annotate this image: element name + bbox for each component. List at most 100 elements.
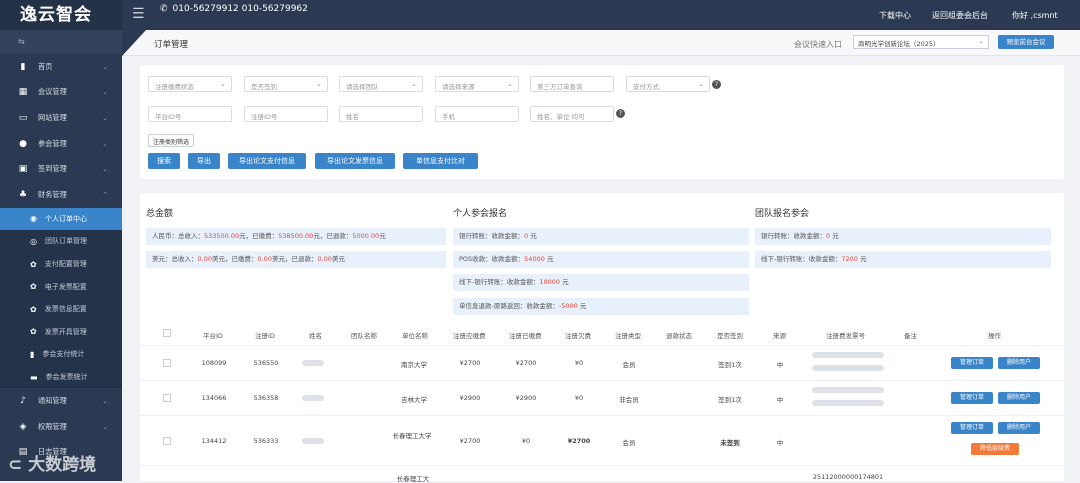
- preview-meeting-button[interactable]: 预览前台会议: [998, 35, 1054, 49]
- quick-entry-select[interactable]: 商明光学创新论坛（2025） ⌄: [853, 35, 989, 49]
- sidebar-sub-label: 个人订单中心: [44, 214, 87, 223]
- field-placeholder: 手机: [442, 113, 455, 121]
- reg-category-filter[interactable]: 注册类别筛选: [148, 134, 195, 147]
- user-icon: ◉: [30, 214, 37, 224]
- sidebar-item-meeting[interactable]: ▦ 会议管理 ⌄: [0, 80, 122, 106]
- third-party-order-input[interactable]: 第三方订单查询: [530, 76, 614, 92]
- help-icon[interactable]: ?: [712, 80, 721, 89]
- col-remark: 备注: [904, 332, 917, 340]
- delete-user-button[interactable]: 删除用户: [998, 357, 1040, 369]
- field-placeholder: 注册缴费状态: [155, 83, 194, 91]
- delete-user-button[interactable]: 删除用户: [998, 392, 1040, 404]
- summary-label: 线下-银行转账：收款金额：: [761, 255, 842, 263]
- phone-info: ✆ 010-56279912 010-56279962: [160, 4, 308, 14]
- sidebar-sub-pay-stats[interactable]: ▮ 参会支付统计: [0, 343, 122, 366]
- row-checkbox[interactable]: [163, 394, 171, 402]
- sidebar-item-website[interactable]: ▭ 网站管理 ⌄: [0, 105, 122, 131]
- delete-user-button[interactable]: 删除用户: [998, 422, 1040, 434]
- sidebar-item-label: 通知管理: [38, 396, 67, 406]
- sidebar-item-label: 签到管理: [38, 164, 67, 174]
- sidebar-sub-invoice-info[interactable]: ✿ 发票信息配置: [0, 297, 122, 321]
- money-icon: ♣: [18, 189, 28, 200]
- row-checkbox[interactable]: [163, 437, 171, 445]
- sidebar-sub-payment-config[interactable]: ✿ 支付配置管理: [0, 252, 122, 276]
- calendar-icon: ▣: [18, 164, 28, 175]
- sidebar-item-attendee[interactable]: ● 参会管理 ⌄: [0, 131, 122, 157]
- manage-order-button[interactable]: 管理订单: [951, 357, 993, 369]
- menu-toggle-icon[interactable]: ☰: [132, 6, 145, 22]
- summary-value: -5000: [558, 302, 578, 310]
- cell-signin: 签到1次: [718, 361, 742, 369]
- col-type: 注册类型: [615, 332, 641, 340]
- reg-status-select[interactable]: 注册缴费状态 ⌄: [148, 76, 232, 92]
- chevron-down-icon: ⌄: [102, 165, 108, 174]
- sidebar-sub-team-order[interactable]: ◎ 团队订单管理: [0, 230, 122, 253]
- platform-id-input[interactable]: 平台ID号: [148, 106, 232, 122]
- team-bank: 银行转账：收款金额：0 元: [755, 228, 1051, 245]
- cell-paid: ¥2700: [515, 359, 537, 367]
- select-all-checkbox[interactable]: [163, 329, 171, 337]
- manage-order-button[interactable]: 管理订单: [951, 392, 993, 404]
- blurred-invoice: [812, 352, 884, 358]
- chevron-down-icon: ⌄: [411, 80, 417, 88]
- col-refund: 退款状态: [666, 332, 692, 340]
- blurred-name: [302, 395, 324, 401]
- total-title: 总金额: [146, 209, 174, 219]
- user-greeting[interactable]: 你好 ,csmnt: [1012, 10, 1058, 21]
- blurred-name: [302, 360, 324, 366]
- cell-source: 中: [776, 396, 784, 404]
- sidebar-sub-label: 参会支付统计: [42, 350, 85, 359]
- name-input[interactable]: 姓名: [339, 106, 423, 122]
- download-link[interactable]: 下载中心: [879, 10, 911, 21]
- pay-compare-button[interactable]: 单信息支付比对: [403, 153, 478, 169]
- sidebar-sub-label: 发票开具管理: [44, 327, 87, 336]
- cell-platform-id: 134066: [201, 394, 227, 402]
- sidebar-sub-einvoice[interactable]: ✿ 电子发票配置: [0, 275, 122, 298]
- personal-refund: 单信息退款-原路返回：收款金额：-5000 元: [453, 298, 749, 315]
- name-unit-input[interactable]: 姓名、单位 均可: [530, 106, 614, 122]
- grid-icon: ▦: [18, 87, 28, 98]
- chevron-down-icon: ⌄: [316, 80, 322, 88]
- lower-level-fee-button[interactable]: 降低层级费: [971, 443, 1019, 455]
- chart-icon: ▬: [30, 372, 38, 382]
- phone-input[interactable]: 手机: [435, 106, 519, 122]
- chevron-down-icon: ⌄: [978, 37, 984, 45]
- shield-icon: ◈: [19, 421, 27, 432]
- chevron-down-icon: ⌄: [102, 88, 108, 97]
- team-select[interactable]: 请选择团队 ⌄: [339, 76, 423, 92]
- source-select[interactable]: 请选择来源 ⌄: [435, 76, 519, 92]
- sidebar-toggle[interactable]: ⇆: [0, 30, 122, 54]
- export-paper-pay-button[interactable]: 导出论文支付信息: [228, 153, 306, 169]
- cell-reg-id: 536550: [253, 359, 279, 367]
- sidebar-item-label: 会议管理: [38, 87, 67, 97]
- search-button[interactable]: 搜索: [148, 153, 180, 169]
- manage-order-button[interactable]: 管理订单: [951, 422, 993, 434]
- summary-value: 7200: [841, 255, 858, 263]
- export-button[interactable]: 导出: [188, 153, 220, 169]
- sidebar-item-home[interactable]: ▮ 首页 ⌄: [0, 54, 122, 80]
- home-icon: ▮: [20, 61, 26, 72]
- payment-method-select[interactable]: 支付方式 ⌄: [626, 76, 710, 92]
- chevron-down-icon: ⌄: [698, 80, 704, 88]
- sidebar-item-notify[interactable]: ♪ 通知管理 ⌄: [0, 388, 122, 414]
- export-paper-invoice-button[interactable]: 导出论文发票信息: [315, 153, 395, 169]
- reg-id-input[interactable]: 注册ID号: [244, 106, 328, 122]
- phone-icon: ✆: [160, 4, 168, 14]
- sidebar-item-finance[interactable]: ♣ 财务管理 ⌃: [0, 182, 122, 208]
- sidebar-item-signin[interactable]: ▣ 签到管理 ⌄: [0, 156, 122, 182]
- sidebar-sub-personal-order[interactable]: ◉ 个人订单中心: [0, 207, 122, 231]
- help-icon[interactable]: ?: [616, 109, 625, 118]
- signin-select[interactable]: 是否签到 ⌄: [244, 76, 328, 92]
- quick-entry-value: 商明光学创新论坛（2025）: [858, 40, 940, 48]
- cell-unit: 长春理工大: [396, 475, 430, 483]
- chevron-down-icon: ⌄: [102, 422, 108, 431]
- row-checkbox[interactable]: [163, 359, 171, 367]
- page-title: 订单管理: [154, 40, 189, 50]
- rmb-refund: 5000.00: [352, 232, 380, 240]
- sidebar-sub-invoice-stats[interactable]: ▬ 参会发票统计: [0, 365, 122, 389]
- file-icon: ▮: [30, 349, 35, 359]
- back-link[interactable]: 返回组委会后台: [932, 10, 988, 21]
- summary-label: POS收款：收款金额：: [459, 255, 525, 263]
- sidebar-item-permission[interactable]: ◈ 权限管理 ⌄: [0, 414, 122, 440]
- sidebar-sub-invoice-issue[interactable]: ✿ 发票开具管理: [0, 320, 122, 344]
